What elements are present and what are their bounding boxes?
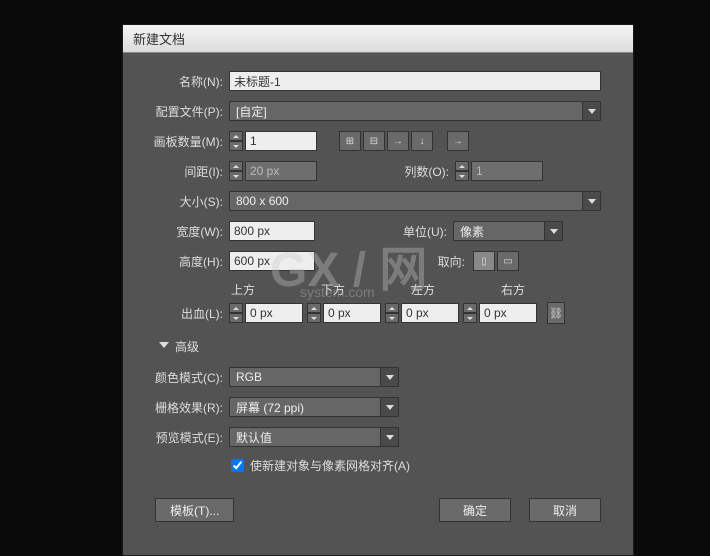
bleed-right-label: 右方 <box>501 281 563 298</box>
bleed-bottom-label: 下方 <box>321 281 383 298</box>
artboards-input[interactable] <box>245 131 317 151</box>
raster-label: 栅格效果(R): <box>139 399 223 416</box>
raster-value: 屏幕 (72 ppi) <box>236 399 304 416</box>
cancel-button[interactable]: 取消 <box>529 498 601 522</box>
units-select[interactable]: 像素 <box>453 221 563 241</box>
profile-select[interactable]: [自定] <box>229 101 601 121</box>
advanced-toggle[interactable]: 高级 <box>159 338 617 355</box>
align-grid-label: 使新建对象与像素网格对齐(A) <box>250 457 410 474</box>
dialog-content: 名称(N): 配置文件(P): [自定] 画板数量(M): ⊞ ⊟ → ↓ → … <box>123 53 633 540</box>
height-label: 高度(H): <box>139 253 223 270</box>
artboards-stepper[interactable] <box>229 131 243 151</box>
chevron-down-icon <box>582 192 600 210</box>
align-grid-checkbox[interactable] <box>231 459 244 472</box>
landscape-icon[interactable]: ▭ <box>497 251 519 271</box>
preview-select[interactable]: 默认值 <box>229 427 399 447</box>
size-label: 大小(S): <box>139 193 223 210</box>
chevron-down-icon <box>380 368 398 386</box>
new-document-dialog: 新建文档 名称(N): 配置文件(P): [自定] 画板数量(M): ⊞ ⊟ →… <box>122 24 634 556</box>
preview-label: 预览模式(E): <box>139 429 223 446</box>
bleed-top-input[interactable] <box>245 303 303 323</box>
bleed-bottom-input[interactable] <box>323 303 381 323</box>
size-select[interactable]: 800 x 600 <box>229 191 601 211</box>
arrange-right-icon[interactable]: → <box>387 131 409 151</box>
color-mode-value: RGB <box>236 370 262 384</box>
width-label: 宽度(W): <box>139 223 223 240</box>
artboards-label: 画板数量(M): <box>139 133 223 150</box>
raster-select[interactable]: 屏幕 (72 ppi) <box>229 397 399 417</box>
bleed-top-label: 上方 <box>231 281 293 298</box>
portrait-icon[interactable]: ▯ <box>473 251 495 271</box>
columns-label: 列数(O): <box>389 163 449 180</box>
bleed-right-input[interactable] <box>479 303 537 323</box>
chevron-down-icon <box>380 428 398 446</box>
bleed-right-stepper[interactable] <box>463 303 477 323</box>
chevron-down-icon <box>380 398 398 416</box>
units-label: 单位(U): <box>387 223 447 240</box>
arrange-down-icon[interactable]: ↓ <box>411 131 433 151</box>
name-label: 名称(N): <box>139 73 223 90</box>
link-icon[interactable]: ⛓ <box>547 302 565 324</box>
chevron-down-icon <box>582 102 600 120</box>
preview-value: 默认值 <box>236 429 272 446</box>
orientation-label: 取向: <box>405 253 465 270</box>
height-input[interactable] <box>229 251 315 271</box>
color-mode-label: 颜色模式(C): <box>139 369 223 386</box>
name-input[interactable] <box>229 71 601 91</box>
size-value: 800 x 600 <box>236 194 289 208</box>
color-mode-select[interactable]: RGB <box>229 367 399 387</box>
grid-row-icon[interactable]: ⊞ <box>339 131 361 151</box>
bleed-left-input[interactable] <box>401 303 459 323</box>
chevron-down-icon <box>544 222 562 240</box>
columns-input <box>471 161 543 181</box>
spacing-stepper <box>229 161 243 181</box>
template-button[interactable]: 模板(T)... <box>155 498 234 522</box>
columns-stepper <box>455 161 469 181</box>
bleed-top-stepper[interactable] <box>229 303 243 323</box>
grid-col-icon[interactable]: ⊟ <box>363 131 385 151</box>
spacing-input <box>245 161 317 181</box>
bleed-label: 出血(L): <box>139 305 223 322</box>
bleed-left-label: 左方 <box>411 281 473 298</box>
spacing-label: 间距(I): <box>139 163 223 180</box>
dialog-titlebar[interactable]: 新建文档 <box>123 25 633 53</box>
bleed-bottom-stepper[interactable] <box>307 303 321 323</box>
profile-label: 配置文件(P): <box>139 103 223 120</box>
ok-button[interactable]: 确定 <box>439 498 511 522</box>
dialog-title: 新建文档 <box>133 29 185 48</box>
bleed-left-stepper[interactable] <box>385 303 399 323</box>
advanced-label: 高级 <box>175 338 199 355</box>
arrange-alt-icon[interactable]: → <box>447 131 469 151</box>
width-input[interactable] <box>229 221 315 241</box>
profile-value: [自定] <box>236 103 267 120</box>
units-value: 像素 <box>460 223 484 240</box>
